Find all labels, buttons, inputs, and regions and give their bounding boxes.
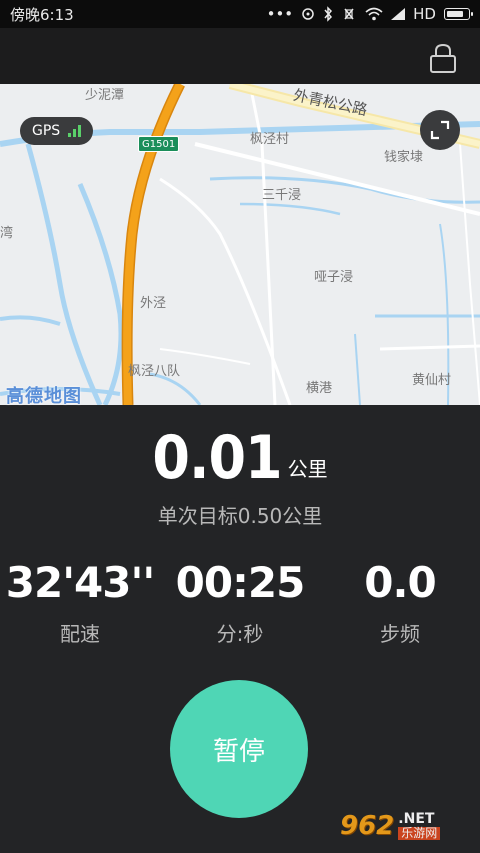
site-watermark: 962 .NET 乐游网 [340,807,472,845]
map-place: 外泾 [140,296,167,311]
status-icons: ••• HD [266,5,473,23]
stat-pace: 32'43'' 配速 [0,562,160,647]
watermark-cn: 乐游网 [398,827,441,840]
stat-value: 0.0 [364,558,436,607]
lock-icon [430,43,456,73]
status-bar: 傍晚6:13 ••• HD [0,0,480,28]
distance-value: 0.01 [152,423,282,493]
vibrate-off-icon [341,6,357,22]
gps-indicator: GPS [20,117,94,145]
distance-display: 0.01 公里 [0,428,480,488]
map-place: 钱家埭 [384,150,424,165]
run-stats: 32'43'' 配速 00:25 分:秒 0.0 步频 [0,562,480,647]
gps-label: GPS [32,123,61,139]
stat-value: 32'43'' [5,558,155,607]
pause-button[interactable]: 暂停 [170,680,308,818]
distance-unit: 公里 [287,457,328,481]
battery-icon [444,8,473,20]
map-place: 枫泾村 [250,132,290,147]
lock-button[interactable] [428,42,458,74]
network-type: HD [413,5,436,23]
map-place: 黄仙村 [412,373,452,388]
sync-icon [301,7,315,21]
watermark-number: 962 [340,811,395,841]
stat-label: 配速 [60,622,100,646]
goal-text: 单次目标0.50公里 [157,504,323,528]
map-place: 少泥潭 [85,88,125,103]
stat-value: 00:25 [175,558,306,607]
map-logo: 高德地图 [6,386,82,407]
wifi-icon [365,7,383,21]
map-place: 湾 [0,226,14,241]
bluetooth-icon [323,6,333,22]
stat-duration: 00:25 分:秒 [160,562,320,647]
gps-signal-icon [68,125,82,137]
app-header [0,28,480,84]
stat-label: 分:秒 [216,622,264,646]
map-place: 枫泾八队 [128,364,181,379]
status-dots: ••• [266,5,294,23]
stat-cadence: 0.0 步频 [320,562,480,647]
highway-badge: G1501 [138,136,180,152]
map-place: 三千浸 [262,188,302,203]
signal-icon [391,8,406,20]
expand-icon [430,120,450,140]
expand-map-button[interactable] [420,110,460,150]
map-place: 哑子浸 [314,270,354,285]
watermark-net: .NET [398,811,435,828]
status-time: 傍晚6:13 [10,5,74,24]
stat-label: 步频 [380,622,420,646]
map-place: 横港 [306,381,333,396]
